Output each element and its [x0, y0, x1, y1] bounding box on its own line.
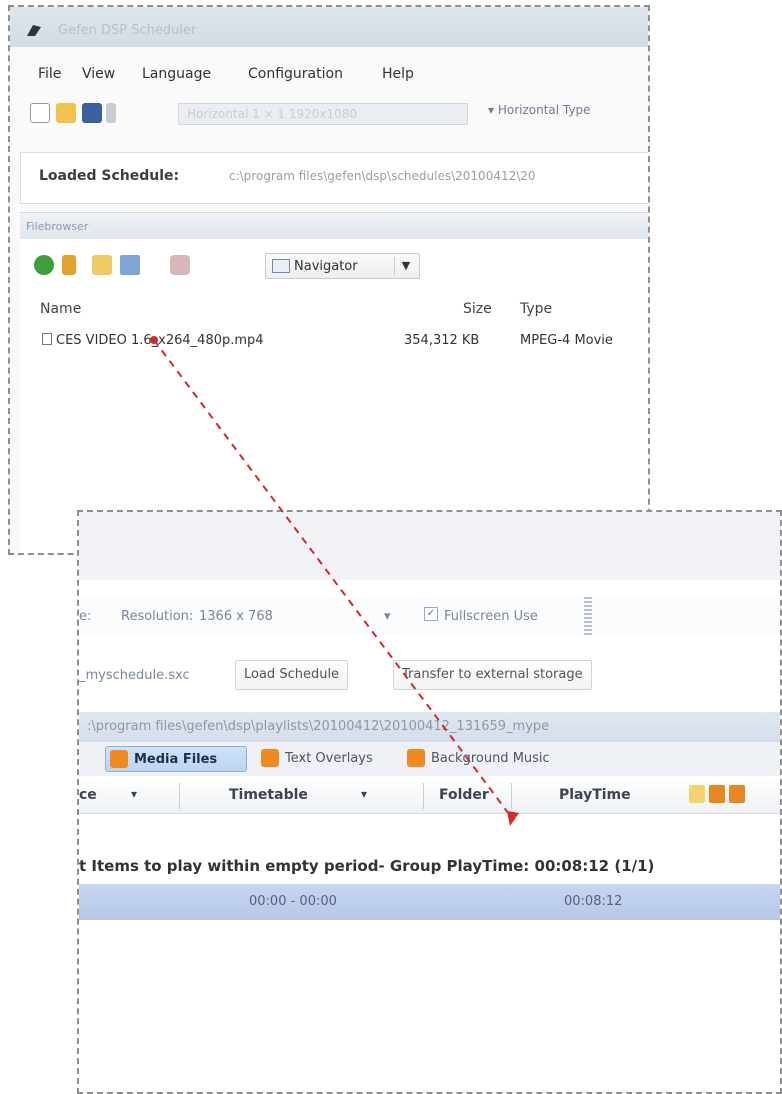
arrow-head-icon — [507, 811, 519, 826]
drag-path-line — [153, 339, 513, 819]
drag-arrow — [150, 336, 519, 826]
